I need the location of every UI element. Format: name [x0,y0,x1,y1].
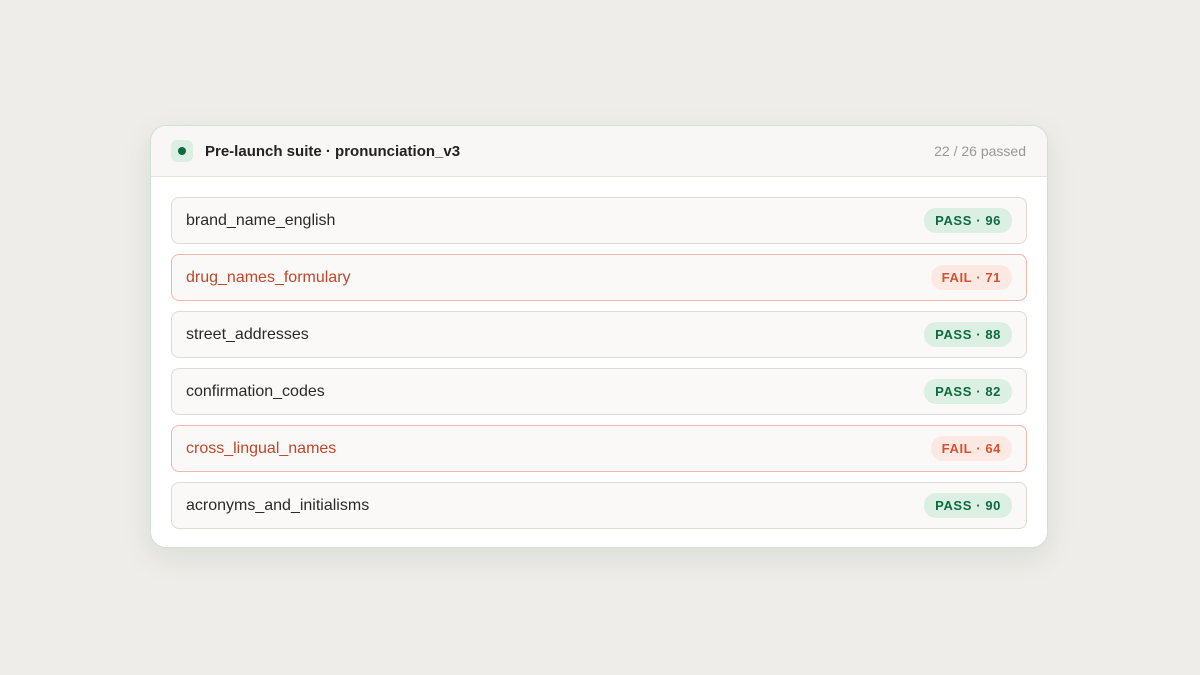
test-list: brand_name_english PASS · 96 drug_names_… [151,177,1047,529]
status-badge: PASS · 82 [924,379,1012,404]
test-name: street_addresses [186,325,309,343]
suite-title: Pre-launch suite · pronunciation_v3 [205,142,461,160]
status-indicator-icon [171,140,193,162]
status-badge: PASS · 96 [924,208,1012,233]
suite-header: Pre-launch suite · pronunciation_v3 22 /… [151,126,1047,177]
test-name: drug_names_formulary [186,268,351,286]
pass-summary: 22 / 26 passed [934,143,1026,159]
test-row[interactable]: cross_lingual_names FAIL · 64 [171,425,1027,472]
status-badge: FAIL · 71 [930,265,1012,290]
test-row[interactable]: brand_name_english PASS · 96 [171,197,1027,244]
status-badge: PASS · 88 [924,322,1012,347]
test-name: brand_name_english [186,211,336,229]
status-badge: PASS · 90 [924,493,1012,518]
test-name: confirmation_codes [186,382,325,400]
test-row[interactable]: drug_names_formulary FAIL · 71 [171,254,1027,301]
status-dot [178,147,186,155]
test-row[interactable]: street_addresses PASS · 88 [171,311,1027,358]
test-name: cross_lingual_names [186,439,337,457]
test-row[interactable]: confirmation_codes PASS · 82 [171,368,1027,415]
test-name: acronyms_and_initialisms [186,496,370,514]
status-badge: FAIL · 64 [930,436,1012,461]
test-suite-panel: Pre-launch suite · pronunciation_v3 22 /… [150,125,1048,548]
test-row[interactable]: acronyms_and_initialisms PASS · 90 [171,482,1027,529]
